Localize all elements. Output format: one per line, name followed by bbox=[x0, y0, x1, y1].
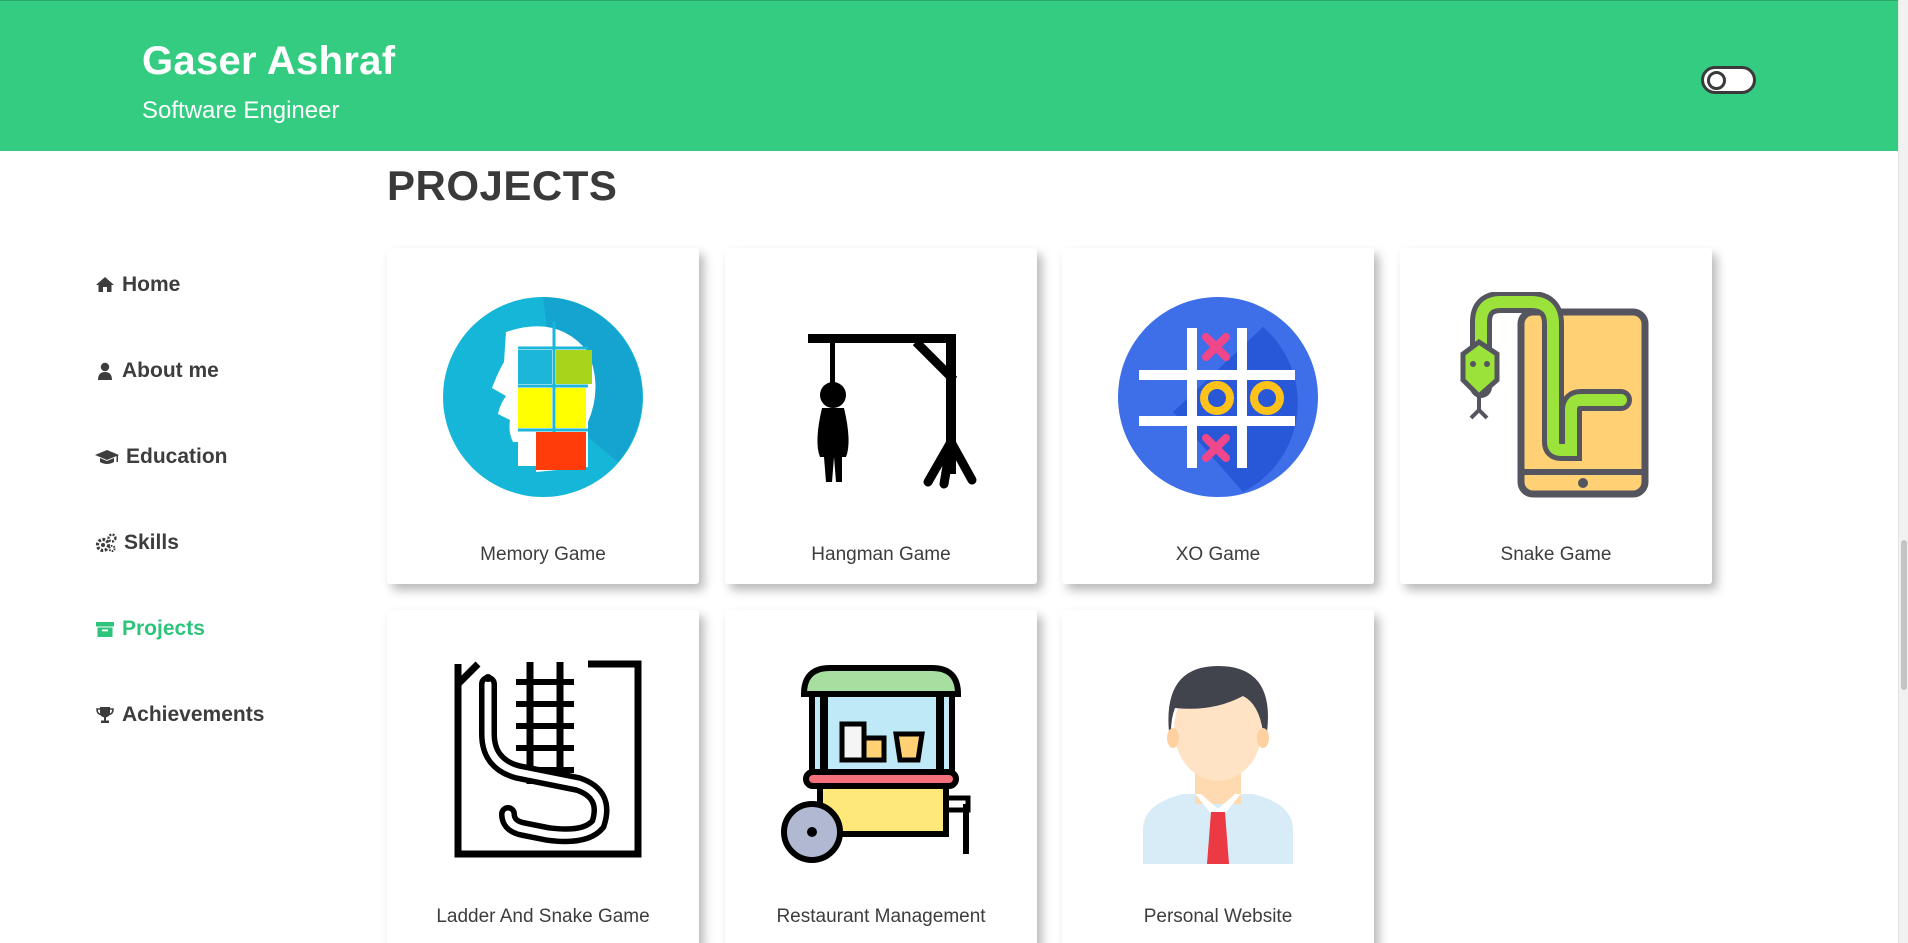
project-name: Ladder And Snake Game bbox=[436, 906, 650, 927]
person-avatar-icon bbox=[1143, 666, 1293, 864]
section-title: PROJECTS bbox=[387, 162, 618, 209]
project-card-memory-game[interactable]: Memory Game bbox=[387, 248, 699, 584]
page-scrollbar[interactable] bbox=[1898, 0, 1908, 943]
sidebar-item-label: Education bbox=[126, 445, 228, 468]
sidebar-item-label: About me bbox=[122, 359, 219, 382]
sidebar-item-skills[interactable]: Skills bbox=[95, 528, 345, 558]
sidebar-nav: Home About me Education Skills Projects … bbox=[95, 270, 345, 786]
project-name: Snake Game bbox=[1500, 544, 1612, 565]
project-name: Memory Game bbox=[480, 544, 606, 565]
hangman-icon bbox=[808, 334, 977, 489]
project-card-ladder-snake-game[interactable]: Ladder And Snake Game bbox=[387, 610, 699, 943]
theme-toggle[interactable] bbox=[1701, 66, 1756, 94]
graduation-cap-icon bbox=[95, 450, 119, 464]
project-name: Restaurant Management bbox=[776, 906, 986, 927]
sidebar-item-about[interactable]: About me bbox=[95, 356, 345, 386]
project-card-snake-game[interactable]: Snake Game bbox=[1400, 248, 1712, 584]
site-header: Gaser Ashraf Software Engineer bbox=[0, 0, 1898, 151]
project-card-xo-game[interactable]: XO Game bbox=[1062, 248, 1374, 584]
brand-subtitle: Software Engineer bbox=[142, 97, 340, 124]
gears-icon bbox=[95, 533, 117, 553]
project-card-personal-website[interactable]: Personal Website bbox=[1062, 610, 1374, 943]
sidebar-item-label: Skills bbox=[124, 531, 179, 554]
scrollbar-thumb[interactable] bbox=[1901, 540, 1907, 690]
project-name: Hangman Game bbox=[811, 544, 951, 565]
brand-name: Gaser Ashraf bbox=[142, 39, 396, 83]
sidebar-item-projects[interactable]: Projects bbox=[95, 614, 345, 644]
project-name: Personal Website bbox=[1143, 906, 1293, 927]
sidebar-item-label: Achievements bbox=[122, 703, 265, 726]
toggle-knob bbox=[1707, 71, 1726, 90]
project-card-restaurant-management[interactable]: Restaurant Management bbox=[725, 610, 1037, 943]
brain-grid-icon bbox=[443, 297, 643, 497]
trophy-icon bbox=[96, 707, 114, 723]
user-icon bbox=[98, 362, 112, 380]
tic-tac-toe-icon bbox=[1118, 297, 1318, 497]
archive-icon bbox=[96, 622, 114, 637]
sidebar-item-label: Projects bbox=[122, 617, 205, 640]
food-cart-icon bbox=[781, 665, 971, 863]
project-name: XO Game bbox=[1175, 544, 1261, 565]
project-card-hangman-game[interactable]: Hangman Game bbox=[725, 248, 1037, 584]
snake-tablet-icon bbox=[1460, 292, 1649, 498]
home-icon bbox=[96, 277, 114, 292]
sidebar-item-home[interactable]: Home bbox=[95, 270, 345, 300]
sidebar-item-label: Home bbox=[122, 273, 181, 296]
sidebar-item-education[interactable]: Education bbox=[95, 442, 345, 472]
page: Gaser Ashraf Software Engineer Home Abou… bbox=[0, 0, 1908, 943]
sidebar-item-achievements[interactable]: Achievements bbox=[95, 700, 345, 730]
ladder-snake-icon bbox=[454, 660, 642, 858]
